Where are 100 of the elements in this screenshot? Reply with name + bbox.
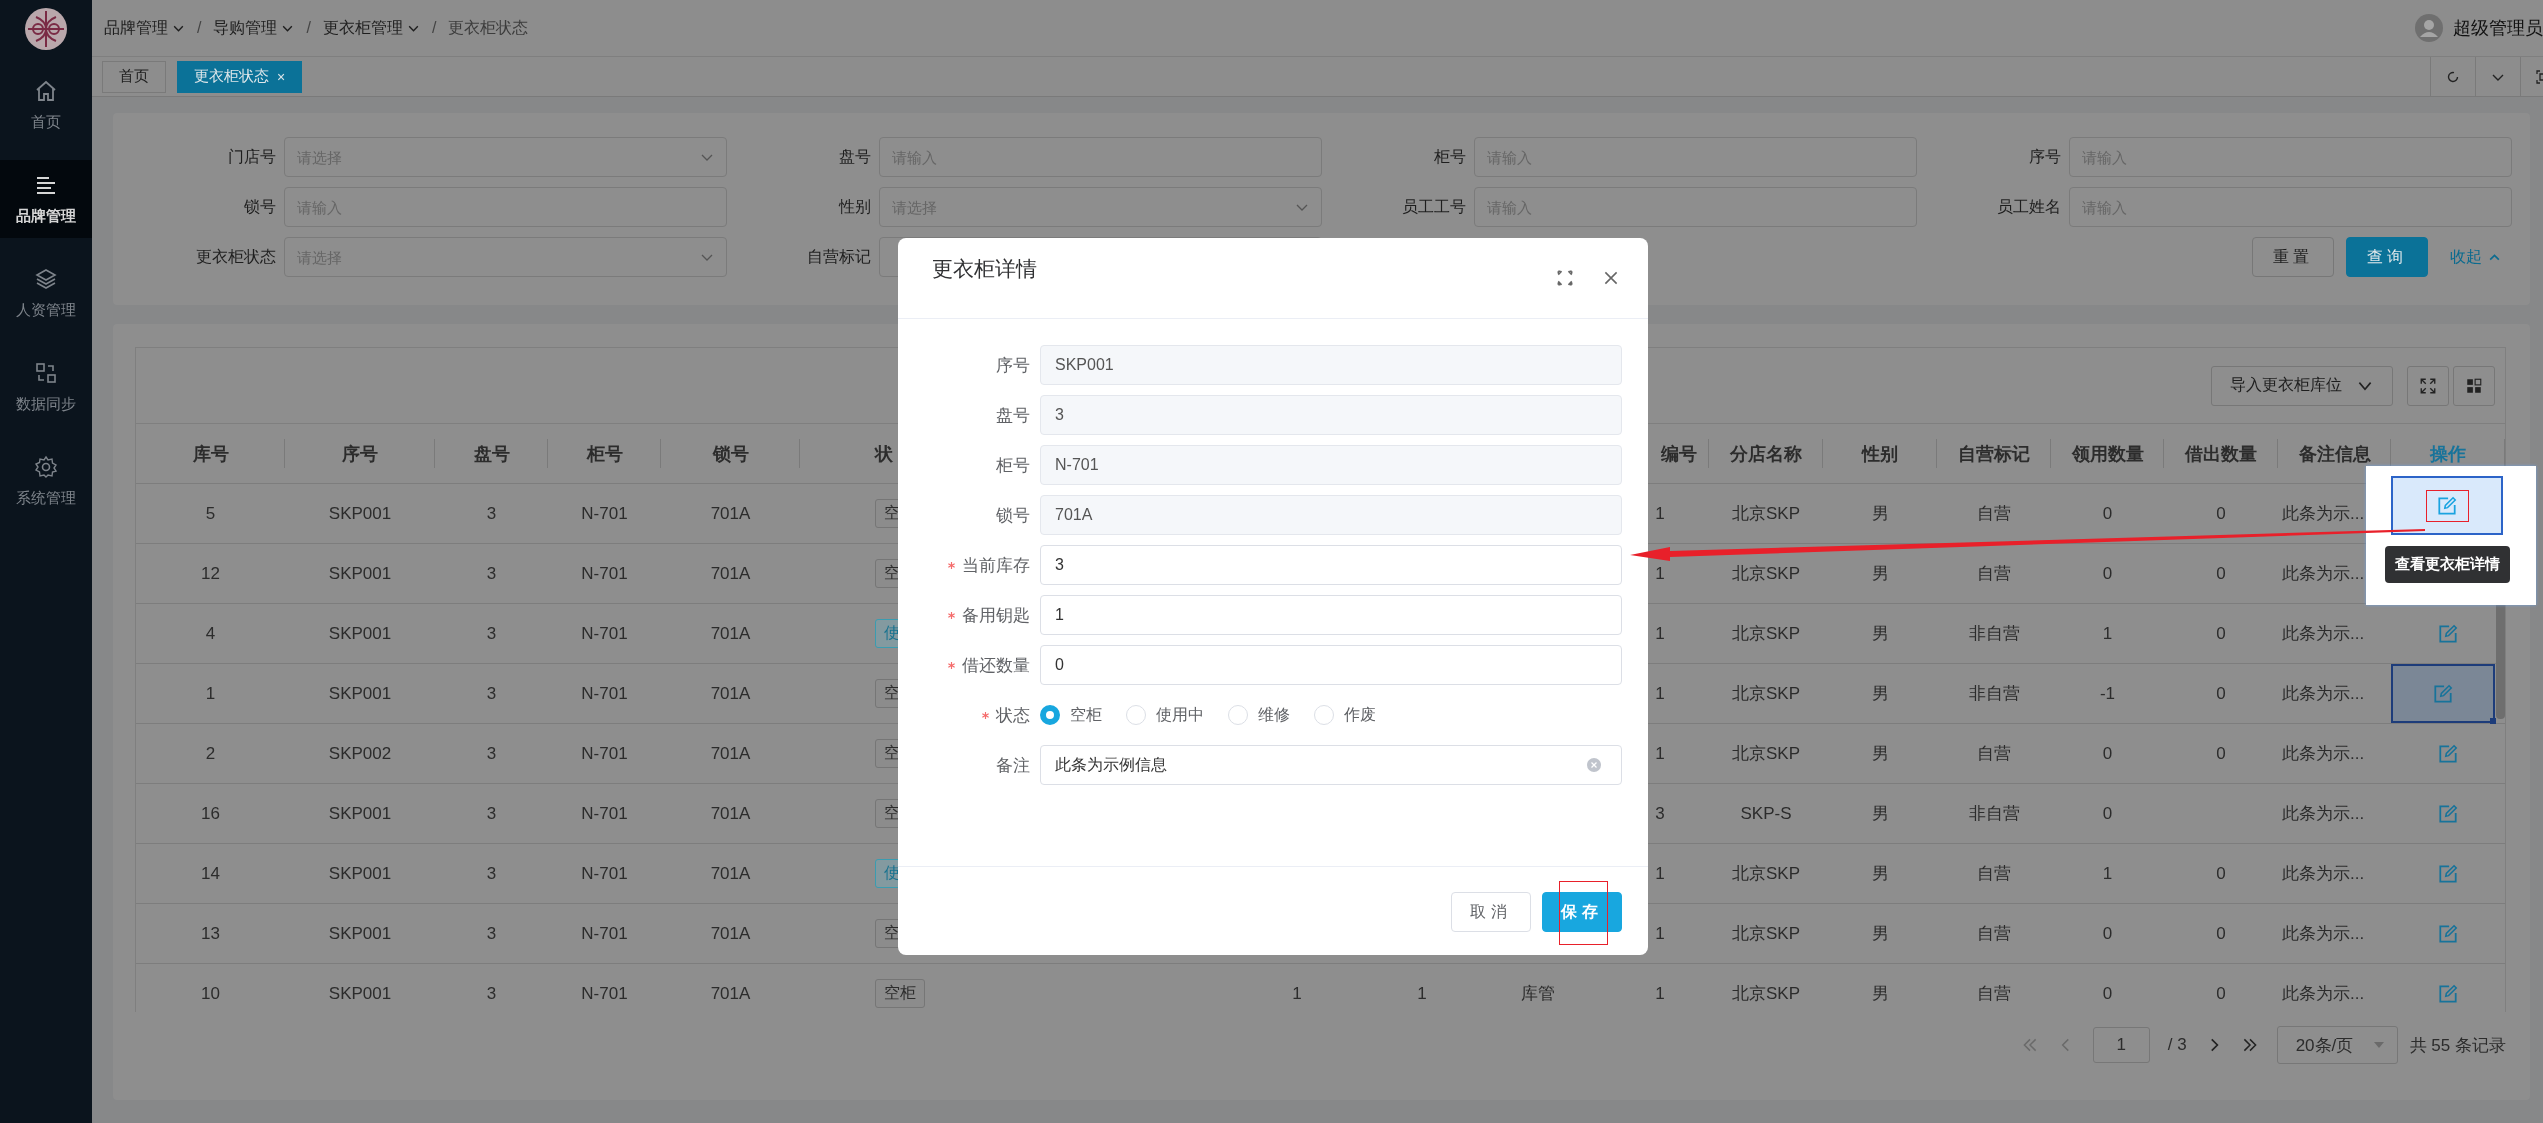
table-cell: 0 [2216, 683, 2226, 704]
table-cell: 3 [1655, 803, 1665, 824]
table-cell-text: 北京SKP [1732, 983, 1800, 1005]
table-cell: 1 [2102, 623, 2113, 644]
table-cell: N-701 [581, 743, 628, 764]
radio-option[interactable]: 作废 [1314, 704, 1376, 726]
record-total: 共 55 条记录 [2409, 1034, 2506, 1057]
table-cell: 1 [205, 683, 216, 704]
edit-icon[interactable] [2437, 742, 2459, 765]
user-name[interactable]: 超级管理员 [2453, 16, 2543, 40]
tab[interactable]: 首页 [102, 60, 166, 93]
input-field[interactable]: 此条为示例信息 [1040, 745, 1622, 785]
edit-icon[interactable] [2432, 682, 2454, 705]
table-cell: 4 [205, 623, 216, 644]
sidebar-label: 数据同步 [16, 394, 76, 414]
cancel-button[interactable]: 取消 [1451, 892, 1531, 932]
table-cell-text: 北京SKP [1732, 863, 1800, 885]
column-header: 领用数量 [2071, 442, 2144, 466]
fullscreen-icon [2419, 376, 2437, 395]
required-icon [947, 560, 956, 570]
avatar-icon[interactable] [2415, 14, 2443, 42]
table-cell-text: 男 [1871, 803, 1889, 825]
table-cell: 1 [1655, 683, 1665, 704]
radio-button[interactable] [1040, 705, 1060, 725]
edit-icon[interactable] [2437, 982, 2459, 1005]
fullscreen-button[interactable] [2407, 365, 2449, 406]
sidebar-label: 系统管理 [16, 488, 76, 508]
layout-button[interactable] [2453, 365, 2495, 406]
table-cell: 1 [2102, 863, 2113, 884]
table-cell: 14 [201, 863, 220, 884]
dialog-title: 更衣柜详情 [932, 256, 1038, 282]
table-cell-text: 非自营 [1968, 803, 2020, 825]
close-tab-button[interactable]: × [277, 68, 286, 85]
page-input[interactable]: 1 [2092, 1027, 2150, 1063]
table-cell: 13 [201, 923, 220, 944]
breadcrumb-separator: / [306, 19, 311, 37]
edit-icon[interactable] [2437, 922, 2459, 945]
table-cell: 3 [486, 983, 497, 1004]
table-cell-text: 库管 [1521, 983, 1555, 1005]
table-cell: 3 [486, 863, 497, 884]
table-cell: 1 [1655, 623, 1665, 644]
breadcrumb-item[interactable]: 导购管理 [213, 17, 295, 39]
breadcrumb-item[interactable]: 更衣柜状态 [448, 17, 529, 39]
table-cell: 701A [710, 803, 751, 824]
sidebar-item[interactable]: 品牌管理 [0, 160, 92, 238]
breadcrumb-item[interactable]: 品牌管理 [104, 17, 185, 39]
table-cell: 16 [201, 803, 220, 824]
tab[interactable]: 更衣柜状态 × [177, 60, 303, 93]
table-cell-text: 非自营 [1968, 683, 2020, 705]
page-count: / 3 [2167, 1035, 2187, 1055]
column-header: 性别 [1862, 442, 1898, 466]
required-icon [947, 610, 956, 620]
table-cell: SKP001 [328, 923, 392, 944]
table-cell: 701A [710, 863, 751, 884]
edit-icon[interactable] [2437, 862, 2459, 885]
table-cell: 701A [710, 563, 751, 584]
table-cell: 0 [2102, 803, 2113, 824]
table-cell: 1 [1655, 923, 1665, 944]
table-cell: 0 [2102, 983, 2113, 1004]
reset-button[interactable]: 重置 [2252, 237, 2334, 277]
breadcrumb-item[interactable]: 更衣柜管理 [322, 17, 420, 39]
field-label: 员工工号 [1401, 196, 1466, 217]
table-cell: 3 [486, 623, 497, 644]
input-field[interactable]: 1 [1040, 595, 1622, 635]
table-cell: 2 [205, 743, 216, 764]
edit-icon[interactable] [2436, 494, 2458, 517]
table-cell-text: 北京SKP [1732, 623, 1800, 645]
input-field[interactable]: 3 [1040, 545, 1622, 585]
radio-option[interactable]: 使用中 [1126, 704, 1204, 726]
sidebar-item[interactable]: 数据同步 [0, 348, 92, 426]
maximize-icon[interactable] [1556, 269, 1574, 287]
edit-icon[interactable] [2437, 802, 2459, 825]
input-field[interactable]: 0 [1040, 645, 1622, 685]
required-icon [947, 660, 956, 670]
sidebar-item[interactable]: 系统管理 [0, 442, 92, 520]
table-cell: 701A [710, 923, 751, 944]
table-cell: 1 [1655, 743, 1665, 764]
edit-icon[interactable] [2437, 622, 2459, 645]
page-size-select[interactable]: 20条/页 [2276, 1026, 2398, 1064]
close-icon[interactable] [1602, 269, 1620, 287]
column-header: 盘号 [473, 442, 510, 466]
clear-icon[interactable] [1586, 757, 1602, 773]
save-button[interactable]: 保存 [1542, 892, 1622, 932]
search-button[interactable]: 查询 [2346, 237, 2428, 277]
table-cell-text: 此条为示... [2282, 503, 2365, 525]
table-cell: 12 [201, 563, 220, 584]
home-icon [34, 78, 58, 103]
table-cell-text: 此条为示... [2282, 983, 2365, 1005]
radio-option[interactable]: 维修 [1228, 704, 1290, 726]
table-cell: 0 [2102, 923, 2113, 944]
sidebar-item[interactable]: 首页 [0, 66, 92, 144]
table-cell: 3 [486, 923, 497, 944]
table-cell: 0 [2216, 923, 2226, 944]
sidebar-item[interactable]: 人资管理 [0, 254, 92, 332]
field-label: 柜号 [1433, 146, 1466, 167]
table-cell-text: 此条为示... [2282, 623, 2365, 645]
table-cell-text: 此条为示... [2282, 863, 2365, 885]
import-button[interactable]: 导入更衣柜库位 [2211, 365, 2393, 406]
table-cell: 701A [710, 503, 751, 524]
radio-option[interactable]: 空柜 [1040, 704, 1102, 726]
